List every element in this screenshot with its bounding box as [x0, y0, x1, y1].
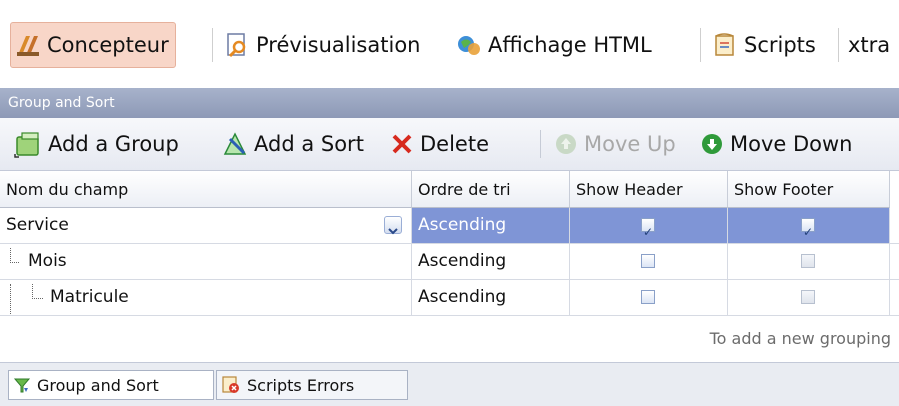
tab-previsualisation[interactable]: Prévisualisation [224, 22, 420, 68]
tab-group-and-sort[interactable]: Group and Sort [8, 370, 214, 400]
tab-label: Scripts [744, 33, 816, 57]
add-grouping-hint: To add a new grouping [709, 329, 891, 348]
field-name: Matricule [50, 287, 129, 307]
sort-order-cell[interactable]: Ascending [412, 208, 570, 243]
column-header-show-footer[interactable]: Show Footer [728, 171, 890, 208]
show-header-cell[interactable] [570, 208, 728, 250]
sort-order-cell[interactable]: Ascending [412, 280, 570, 315]
scripts-errors-icon [222, 376, 239, 393]
tab-label: Affichage HTML [488, 33, 652, 57]
tab-label: Prévisualisation [256, 33, 421, 57]
show-header-cell[interactable] [570, 244, 728, 279]
tab-affichage-html[interactable]: Affichage HTML [456, 22, 652, 68]
show-footer-cell[interactable] [728, 208, 890, 250]
add-sort-icon [223, 132, 247, 155]
tab-divider [838, 28, 839, 62]
tree-connector [10, 284, 11, 314]
show-footer-checkbox[interactable] [801, 215, 815, 250]
show-header-checkbox[interactable] [641, 254, 655, 268]
move-down-button[interactable]: Move Down [700, 126, 853, 162]
tab-label: xtra [848, 33, 891, 57]
arrow-down-icon [702, 134, 722, 154]
tree-connector [10, 248, 19, 263]
move-up-button[interactable]: Move Up [554, 126, 676, 162]
show-footer-checkbox[interactable] [801, 290, 815, 304]
tab-xtra[interactable]: xtra [848, 22, 890, 68]
bottom-tab-bar: Group and Sort Scripts Errors [0, 362, 899, 406]
scripts-icon [715, 33, 734, 56]
move-down-label: Move Down [730, 132, 853, 156]
column-header-field[interactable]: Nom du champ [0, 171, 412, 208]
tab-label: Concepteur [47, 33, 169, 57]
tab-divider [700, 28, 701, 62]
tab-scripts[interactable]: Scripts [712, 22, 816, 68]
show-header-checkbox[interactable] [641, 215, 655, 250]
add-sort-button[interactable]: Add a Sort [222, 126, 364, 162]
column-header-sort-order[interactable]: Ordre de tri [412, 171, 570, 208]
field-cell[interactable]: Mois [0, 244, 412, 279]
delete-label: Delete [420, 132, 489, 156]
designer-tab-bar: Concepteur Prévisualisation Affichage HT… [0, 0, 899, 90]
delete-button[interactable]: Delete [390, 126, 489, 162]
show-footer-cell[interactable] [728, 244, 890, 279]
designer-icon [17, 36, 39, 56]
field-cell[interactable]: Service [0, 208, 412, 243]
show-header-checkbox[interactable] [641, 290, 655, 304]
add-group-label: Add a Group [48, 132, 179, 156]
tab-divider [212, 28, 213, 62]
field-name: Mois [28, 251, 67, 271]
group-sort-toolbar: Add a Group Add a Sort Delete Move Up Mo… [0, 118, 899, 171]
add-group-button[interactable]: Add a Group [14, 126, 179, 162]
add-group-icon [14, 132, 39, 158]
move-up-label: Move Up [584, 132, 676, 156]
toolbar-divider [540, 130, 541, 158]
field-dropdown-button[interactable] [384, 216, 402, 235]
add-sort-label: Add a Sort [254, 132, 364, 156]
tab-label: Scripts Errors [247, 375, 355, 395]
table-row[interactable]: Mois Ascending [0, 244, 899, 280]
group-sort-icon [13, 378, 31, 393]
delete-icon [392, 134, 412, 154]
table-row[interactable]: Matricule Ascending [0, 280, 899, 316]
html-view-icon [458, 36, 480, 55]
tab-label: Group and Sort [37, 375, 159, 395]
preview-icon [227, 33, 246, 58]
chevron-down-icon [388, 228, 398, 235]
tab-concepteur[interactable]: Concepteur [10, 22, 176, 68]
tree-connector [32, 284, 43, 299]
table-row[interactable]: Service Ascending [0, 208, 899, 250]
tab-scripts-errors[interactable]: Scripts Errors [216, 370, 408, 400]
show-footer-cell[interactable] [728, 280, 890, 315]
field-name: Service [6, 215, 69, 235]
column-header-show-header[interactable]: Show Header [570, 171, 728, 208]
panel-title: Group and Sort [0, 88, 899, 118]
show-header-cell[interactable] [570, 280, 728, 315]
arrow-up-icon [556, 134, 576, 154]
show-footer-checkbox[interactable] [801, 254, 815, 268]
sort-order-cell[interactable]: Ascending [412, 244, 570, 279]
field-cell[interactable]: Matricule [0, 280, 412, 315]
